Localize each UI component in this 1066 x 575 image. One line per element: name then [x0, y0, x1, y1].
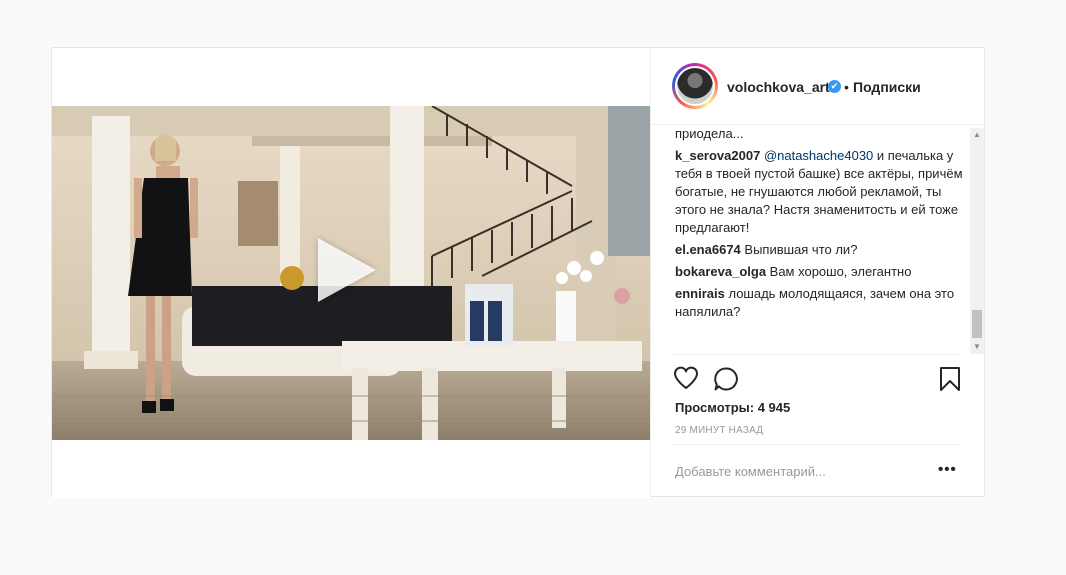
comment-text: Выпившая что ли? — [740, 242, 858, 257]
heart-icon[interactable] — [673, 366, 699, 390]
post-timestamp[interactable]: 29 МИНУТ НАЗАД — [675, 425, 763, 436]
scrollbar-thumb[interactable] — [972, 310, 982, 338]
avatar[interactable] — [672, 63, 718, 109]
play-icon[interactable] — [318, 238, 376, 302]
comment-item: ennirais лошадь молодящаяся, зачем она э… — [675, 285, 965, 321]
following-button[interactable]: Подписки — [853, 79, 921, 95]
comment-item: bokareva_olga Вам хорошо, элегантно — [675, 263, 965, 281]
action-bar — [673, 366, 969, 392]
comment-text: приодела... — [675, 126, 744, 141]
scroll-up-arrow-icon[interactable]: ▲ — [970, 128, 984, 142]
comment-item: приодела... — [675, 125, 965, 143]
comment-text: Вам хорошо, элегантно — [766, 264, 912, 279]
verified-badge-icon: ✔ — [828, 80, 841, 93]
comment-username[interactable]: k_serova2007 — [675, 148, 760, 163]
add-comment-input[interactable]: Добавьте комментарий... — [675, 464, 826, 479]
comment-icon[interactable] — [713, 366, 739, 392]
comment-item: k_serova2007 @natashache4030 и печалька … — [675, 147, 965, 237]
scroll-down-arrow-icon[interactable]: ▼ — [970, 340, 984, 354]
video-player[interactable] — [52, 106, 650, 440]
comment-mention[interactable]: @natashache4030 — [764, 148, 873, 163]
username[interactable]: volochkova_art — [727, 79, 830, 95]
post-card: volochkova_art ✔ • Подписки приодела... … — [51, 47, 985, 498]
post-sidebar: volochkova_art ✔ • Подписки приодела... … — [650, 48, 984, 496]
post-header: volochkova_art ✔ • Подписки — [651, 48, 984, 123]
comments-scrollbar[interactable]: ▲ ▼ — [970, 128, 984, 354]
comment-box-divider — [673, 444, 961, 445]
more-options-icon[interactable]: ••• — [938, 461, 957, 478]
avatar-image — [675, 66, 715, 106]
post-media — [52, 48, 650, 498]
view-count[interactable]: Просмотры: 4 945 — [675, 400, 790, 415]
comment-username[interactable]: el.ena6674 — [675, 242, 741, 257]
comments-list: приодела... k_serova2007 @natashache4030… — [675, 125, 965, 353]
comment-username[interactable]: bokareva_olga — [675, 264, 766, 279]
bookmark-icon[interactable] — [939, 366, 961, 392]
comment-username[interactable]: ennirais — [675, 286, 725, 301]
comments-divider — [673, 354, 961, 355]
comment-item: el.ena6674 Выпившая что ли? — [675, 241, 965, 259]
separator: • — [844, 79, 849, 95]
